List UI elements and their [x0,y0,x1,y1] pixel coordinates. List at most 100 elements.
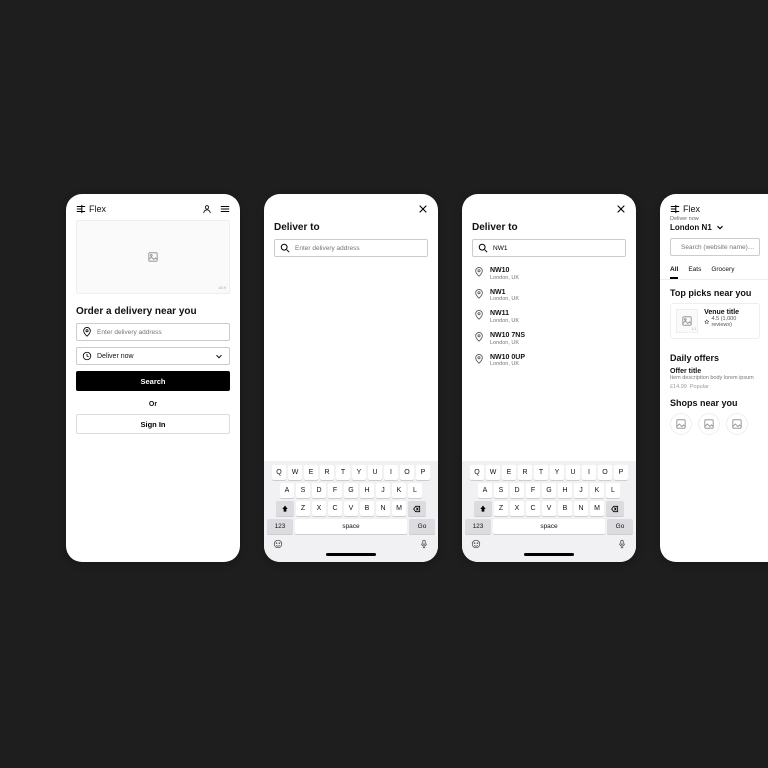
address-result[interactable]: NW10 0UPLondon, UK [462,350,636,372]
keyboard[interactable]: QWERTYUIOP ASDFGHJKL ZXCVBNM 123spaceGo [264,461,438,562]
keyboard[interactable]: QWERTYUIOP ASDFGHJKL ZXCVBNM 123spaceGo [462,461,636,562]
key-P[interactable]: P [614,465,628,480]
venue-card[interactable]: 1:1 Venue title 4.5 (1,000 reviews) [670,303,760,339]
key-K[interactable]: K [392,483,406,498]
key-Go[interactable]: Go [409,519,435,534]
search-input[interactable] [670,238,760,256]
key-L[interactable]: L [606,483,620,498]
key-E[interactable]: E [502,465,516,480]
key-Y[interactable]: Y [550,465,564,480]
address-result[interactable]: NW1London, UK [462,285,636,307]
shop-chip[interactable] [726,413,748,435]
backspace-key[interactable] [606,501,624,516]
key-R[interactable]: R [320,465,334,480]
shift-key[interactable] [474,501,492,516]
shop-chip[interactable] [698,413,720,435]
key-Q[interactable]: Q [470,465,484,480]
key-U[interactable]: U [566,465,580,480]
offer-card[interactable]: Offer title Item description body lorem … [670,368,760,390]
key-123[interactable]: 123 [267,519,293,534]
key-O[interactable]: O [400,465,414,480]
key-V[interactable]: V [542,501,556,516]
key-P[interactable]: P [416,465,430,480]
key-D[interactable]: D [312,483,326,498]
backspace-key[interactable] [408,501,426,516]
key-O[interactable]: O [598,465,612,480]
key-A[interactable]: A [478,483,492,498]
key-H[interactable]: H [558,483,572,498]
address-input[interactable] [472,239,626,257]
tab-eats[interactable]: Eats [688,266,701,279]
key-B[interactable]: B [558,501,572,516]
key-K[interactable]: K [590,483,604,498]
key-space[interactable]: space [295,519,407,534]
address-input[interactable] [76,323,230,341]
key-G[interactable]: G [344,483,358,498]
key-C[interactable]: C [328,501,342,516]
key-E[interactable]: E [304,465,318,480]
key-Q[interactable]: Q [272,465,286,480]
address-result[interactable]: NW11London, UK [462,306,636,328]
key-R[interactable]: R [518,465,532,480]
key-N[interactable]: N [574,501,588,516]
key-D[interactable]: D [510,483,524,498]
tab-grocery[interactable]: Grocery [711,266,734,279]
brand: Flex [76,204,106,214]
key-L[interactable]: L [408,483,422,498]
key-X[interactable]: X [312,501,326,516]
address-result[interactable]: NW10 7NSLondon, UK [462,328,636,350]
search-button[interactable]: Search [76,371,230,391]
key-I[interactable]: I [582,465,596,480]
logo-icon [670,204,680,214]
mic-icon[interactable] [617,539,627,549]
key-M[interactable]: M [392,501,406,516]
shop-chips [660,413,768,435]
key-V[interactable]: V [344,501,358,516]
key-Go[interactable]: Go [607,519,633,534]
shop-chip[interactable] [670,413,692,435]
tab-all[interactable]: All [670,266,678,279]
address-result[interactable]: NW10London, UK [462,263,636,285]
key-J[interactable]: J [574,483,588,498]
menu-icon[interactable] [220,204,230,214]
key-M[interactable]: M [590,501,604,516]
key-Y[interactable]: Y [352,465,366,480]
signin-button[interactable]: Sign In [76,414,230,434]
star-icon [704,319,709,325]
key-123[interactable]: 123 [465,519,491,534]
key-U[interactable]: U [368,465,382,480]
emoji-icon[interactable] [471,539,481,549]
key-Z[interactable]: Z [296,501,310,516]
key-W[interactable]: W [486,465,500,480]
key-W[interactable]: W [288,465,302,480]
key-I[interactable]: I [384,465,398,480]
key-T[interactable]: T [336,465,350,480]
shift-key[interactable] [276,501,294,516]
key-F[interactable]: F [328,483,342,498]
pin-icon [474,289,484,299]
key-B[interactable]: B [360,501,374,516]
key-T[interactable]: T [534,465,548,480]
time-select[interactable]: Deliver now [76,347,230,365]
key-S[interactable]: S [296,483,310,498]
key-space[interactable]: space [493,519,605,534]
location-select[interactable]: London N1 [660,222,768,236]
user-icon[interactable] [202,204,212,214]
mic-icon[interactable] [419,539,429,549]
address-input[interactable] [274,239,428,257]
key-G[interactable]: G [542,483,556,498]
screen-browse: Flex Deliver now London N1 AllEatsGrocer… [660,194,768,562]
close-icon[interactable] [616,204,626,214]
key-J[interactable]: J [376,483,390,498]
emoji-icon[interactable] [273,539,283,549]
section-daily-offers: Daily offers [670,353,760,363]
close-icon[interactable] [418,204,428,214]
key-F[interactable]: F [526,483,540,498]
key-C[interactable]: C [526,501,540,516]
key-N[interactable]: N [376,501,390,516]
key-H[interactable]: H [360,483,374,498]
key-Z[interactable]: Z [494,501,508,516]
key-X[interactable]: X [510,501,524,516]
key-A[interactable]: A [280,483,294,498]
key-S[interactable]: S [494,483,508,498]
